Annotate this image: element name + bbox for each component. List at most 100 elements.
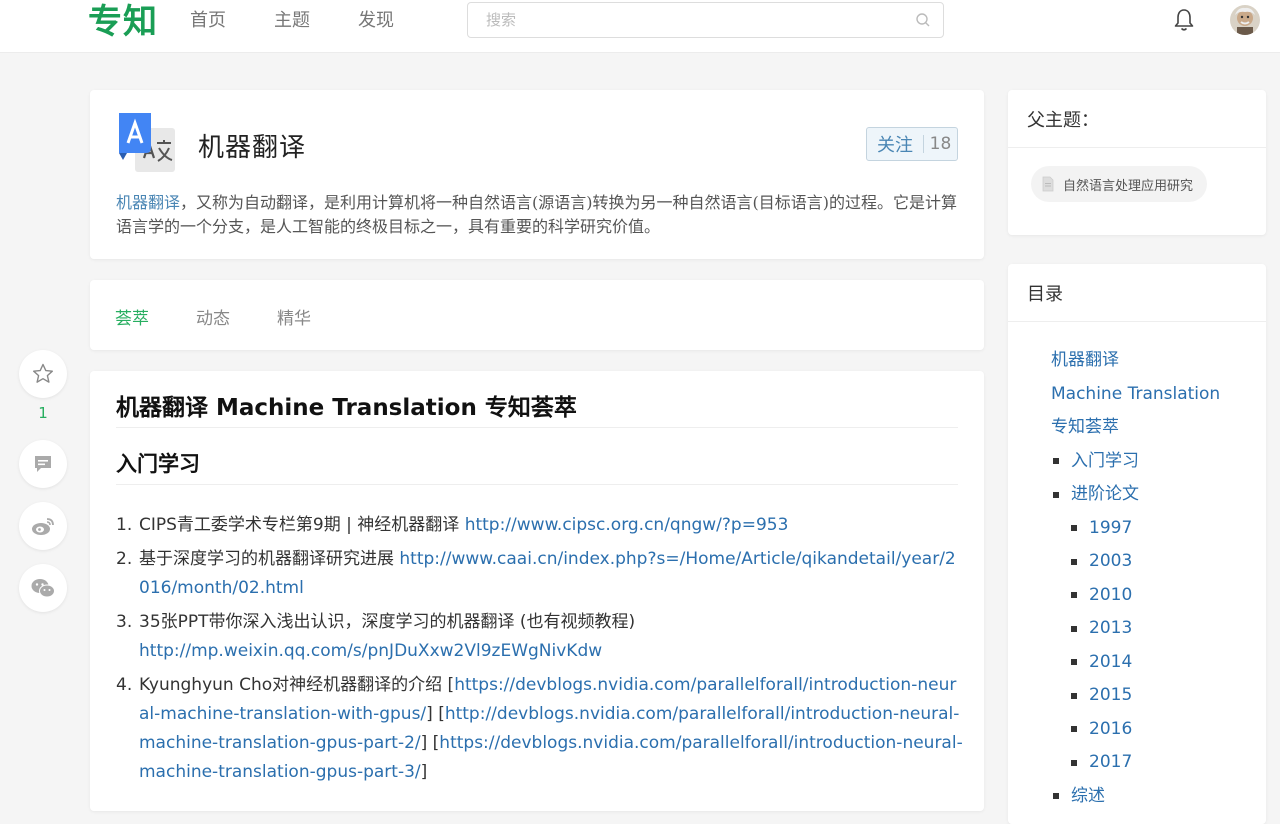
toc-link[interactable]: 2017 bbox=[1089, 746, 1132, 780]
list-item: 3. 35张PPT带你深入浅出认识，深度学习的机器翻译 (也有视频教程) http… bbox=[116, 608, 966, 666]
tab-featured[interactable]: 精华 bbox=[277, 304, 311, 329]
item-text: 基于深度学习的机器翻译研究进展 bbox=[139, 549, 400, 569]
item-number: 4. bbox=[116, 675, 133, 695]
divider bbox=[116, 484, 958, 485]
search-input[interactable] bbox=[468, 3, 906, 37]
bullet bbox=[1071, 692, 1077, 699]
parent-topic-card: 父主题： 自然语言处理应用研究 bbox=[1008, 90, 1266, 235]
divider bbox=[1008, 321, 1266, 322]
toc-link[interactable]: 2016 bbox=[1089, 713, 1132, 747]
avatar-image bbox=[1230, 5, 1260, 35]
nav-discover[interactable]: 发现 bbox=[358, 0, 394, 42]
bullet bbox=[1071, 592, 1077, 599]
follower-count: 18 bbox=[929, 134, 952, 154]
article-card: 机器翻译 Machine Translation 专知荟萃 入门学习 1. CI… bbox=[90, 371, 984, 811]
toc-link[interactable]: 入门学习 bbox=[1071, 445, 1139, 479]
list-item: 4. Kyunghyun Cho对神经机器翻译的介绍 [https://devb… bbox=[116, 671, 966, 787]
item-text: Kyunghyun Cho对神经机器翻译的介绍 [ bbox=[139, 675, 455, 695]
table-of-contents: 目录 机器翻译 Machine Translation 专知荟萃 入门学习 进阶… bbox=[1008, 264, 1266, 824]
toc-item: 综述 bbox=[1051, 780, 1220, 814]
toc-heading: 目录 bbox=[1027, 284, 1063, 305]
bullet bbox=[1053, 491, 1059, 498]
resource-list: 1. CIPS青工委学术专栏第9期 | 神经机器翻译 http://www.ci… bbox=[116, 511, 966, 792]
bullet bbox=[1071, 726, 1077, 733]
item-link[interactable]: http://mp.weixin.qq.com/s/pnJDuXxw2Vl9zE… bbox=[139, 641, 602, 661]
toc-item: 2010 bbox=[1051, 579, 1220, 613]
toc-item: 入门学习 bbox=[1051, 445, 1220, 479]
translate-icon bbox=[119, 113, 175, 172]
main-nav: 首页 主题 发现 bbox=[190, 0, 442, 42]
toc-link[interactable]: 2003 bbox=[1089, 545, 1132, 579]
toc-item: 2013 bbox=[1051, 612, 1220, 646]
favorite-button[interactable] bbox=[19, 350, 67, 398]
bullet bbox=[1071, 558, 1077, 565]
toc-link[interactable]: Machine Translation bbox=[1051, 378, 1220, 412]
topic-description: 机器翻译，又称为自动翻译，是利用计算机将一种自然语言(源语言)转换为另一种自然语… bbox=[116, 191, 958, 239]
document-icon bbox=[1042, 176, 1054, 192]
list-item: 2. 基于深度学习的机器翻译研究进展 http://www.caai.cn/in… bbox=[116, 545, 966, 603]
nav-home[interactable]: 首页 bbox=[190, 0, 226, 42]
site-logo[interactable]: 专知 bbox=[88, 0, 158, 44]
toc-link[interactable]: 2015 bbox=[1089, 679, 1132, 713]
section-heading: 入门学习 bbox=[116, 452, 200, 476]
toc-link[interactable]: 2010 bbox=[1089, 579, 1132, 613]
bracket-separator: ] [ bbox=[426, 704, 445, 724]
item-text: CIPS青工委学术专栏第9期 | 神经机器翻译 bbox=[139, 515, 465, 535]
parent-topic-heading: 父主题： bbox=[1027, 110, 1099, 131]
toc-item: 1997 bbox=[1051, 512, 1220, 546]
toc-link[interactable]: 综述 bbox=[1071, 780, 1105, 814]
topic-keyword: 机器翻译 bbox=[116, 193, 181, 212]
nav-topics[interactable]: 主题 bbox=[274, 0, 310, 42]
bracket-separator: ] bbox=[420, 762, 428, 782]
bullet bbox=[1071, 525, 1077, 532]
item-text: 35张PPT带你深入浅出认识，深度学习的机器翻译 (也有视频教程) bbox=[139, 612, 636, 632]
toc-item: 2015 bbox=[1051, 679, 1220, 713]
toc-link[interactable]: 专知荟萃 bbox=[1051, 411, 1220, 445]
user-avatar[interactable] bbox=[1230, 5, 1260, 35]
bracket-separator: ] [ bbox=[420, 733, 440, 753]
search-icon[interactable] bbox=[915, 12, 931, 28]
bullet bbox=[1071, 759, 1077, 766]
parent-topic-label: 自然语言处理应用研究 bbox=[1063, 178, 1194, 194]
toc-item: 进阶论文 bbox=[1051, 478, 1220, 512]
bullet bbox=[1053, 793, 1059, 800]
topic-title: 机器翻译 bbox=[198, 133, 307, 163]
notification-bell-icon[interactable] bbox=[1172, 7, 1196, 33]
share-wechat-button[interactable] bbox=[19, 564, 67, 612]
comment-icon bbox=[35, 456, 51, 472]
wechat-icon bbox=[31, 579, 55, 598]
item-number: 3. bbox=[116, 612, 133, 632]
follow-label: 关注 bbox=[877, 135, 913, 156]
search-box bbox=[467, 2, 944, 38]
share-weibo-button[interactable] bbox=[19, 502, 67, 550]
star-icon bbox=[33, 363, 53, 383]
comment-button[interactable] bbox=[19, 440, 67, 488]
toc-item: 2003 bbox=[1051, 545, 1220, 579]
item-number: 1. bbox=[116, 515, 133, 535]
toc-link[interactable]: 进阶论文 bbox=[1071, 478, 1139, 512]
parent-topic-chip[interactable]: 自然语言处理应用研究 bbox=[1031, 166, 1208, 202]
item-link[interactable]: http://www.cipsc.org.cn/qngw/?p=953 bbox=[465, 515, 789, 535]
topic-description-text: ，又称为自动翻译，是利用计算机将一种自然语言(源语言)转换为另一种自然语言(目标… bbox=[116, 193, 957, 236]
toc-link[interactable]: 机器翻译 bbox=[1051, 344, 1220, 378]
toc-link[interactable]: 1997 bbox=[1089, 512, 1132, 546]
tab-activity[interactable]: 动态 bbox=[196, 304, 230, 329]
tab-collection[interactable]: 荟萃 bbox=[115, 304, 149, 329]
top-navbar: 专知 首页 主题 发现 bbox=[0, 0, 1280, 53]
toc-item: 2016 bbox=[1051, 713, 1220, 747]
bullet bbox=[1071, 659, 1077, 666]
weibo-icon bbox=[32, 518, 54, 535]
toc-link[interactable]: 2013 bbox=[1089, 612, 1132, 646]
toc-list: 机器翻译 Machine Translation 专知荟萃 入门学习 进阶论文 … bbox=[1051, 344, 1220, 813]
divider bbox=[1008, 147, 1266, 148]
article-title: 机器翻译 Machine Translation 专知荟萃 bbox=[116, 395, 577, 421]
toc-item: 2017 bbox=[1051, 746, 1220, 780]
favorite-count: 1 bbox=[38, 404, 48, 422]
bullet bbox=[1053, 458, 1059, 465]
toc-link[interactable]: 2014 bbox=[1089, 646, 1132, 680]
follow-button[interactable]: 关注 18 bbox=[866, 127, 958, 161]
divider bbox=[116, 427, 958, 428]
item-number: 2. bbox=[116, 549, 133, 569]
toc-item: 2014 bbox=[1051, 646, 1220, 680]
list-item: 1. CIPS青工委学术专栏第9期 | 神经机器翻译 http://www.ci… bbox=[116, 511, 966, 540]
